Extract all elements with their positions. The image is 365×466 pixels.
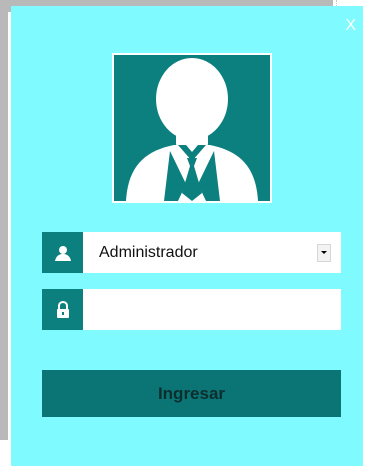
user-icon — [42, 232, 83, 273]
password-field-row — [42, 289, 341, 330]
login-panel: X Administrador Ingresar — [11, 6, 363, 466]
chevron-down-icon[interactable] — [317, 243, 331, 262]
user-select[interactable]: Administrador — [83, 232, 341, 273]
window-shadow-left — [0, 0, 8, 440]
login-button[interactable]: Ingresar — [42, 370, 341, 417]
password-input[interactable] — [83, 289, 341, 330]
close-button[interactable]: X — [345, 18, 356, 34]
login-window: X Administrador Ingresar — [0, 0, 365, 466]
user-select-value: Administrador — [99, 243, 198, 261]
lock-icon — [42, 289, 83, 330]
user-avatar-icon — [112, 53, 272, 203]
user-field-row: Administrador — [42, 232, 341, 273]
